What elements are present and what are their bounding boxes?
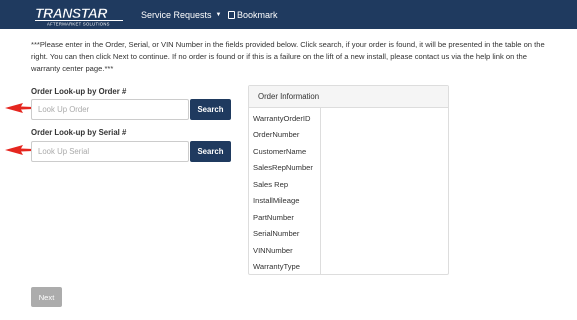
field-sales-rep-number: SalesRepNumber bbox=[253, 163, 313, 173]
service-requests-label: Service Requests bbox=[141, 9, 212, 20]
field-part-number: PartNumber bbox=[253, 212, 294, 222]
serial-number-input[interactable] bbox=[31, 141, 189, 162]
field-install-mileage: InstallMileage bbox=[253, 196, 300, 206]
field-sales-rep: Sales Rep bbox=[253, 179, 289, 189]
field-warranty-order-id: WarrantyOrderID bbox=[253, 113, 311, 123]
order-lookup-label: Order Look-up by Order # bbox=[31, 87, 127, 96]
field-warranty-type: WarrantyType bbox=[253, 262, 300, 272]
field-vin-number: VINNumber bbox=[253, 245, 293, 255]
bookmark-label: Bookmark bbox=[237, 9, 278, 20]
serial-lookup-label: Order Look-up by Serial # bbox=[31, 128, 127, 137]
order-field-labels: WarrantyOrderID OrderNumber CustomerName… bbox=[249, 108, 321, 274]
search-order-button[interactable]: Search bbox=[190, 99, 231, 120]
svg-text:TRANSTAR: TRANSTAR bbox=[35, 5, 108, 21]
caret-down-icon: ▼ bbox=[215, 11, 222, 18]
field-customer-name: CustomerName bbox=[253, 146, 307, 156]
bookmark-link[interactable]: Bookmark bbox=[228, 0, 278, 29]
field-order-number: OrderNumber bbox=[253, 130, 300, 140]
transtar-logo[interactable]: TRANSTAR AFTERMARKET SOLUTIONS bbox=[33, 4, 125, 26]
next-button[interactable]: Next bbox=[31, 287, 62, 307]
field-serial-number: SerialNumber bbox=[253, 229, 300, 239]
bookmark-icon bbox=[228, 10, 235, 19]
instructions-text: ***Please enter in the Order, Serial, or… bbox=[31, 40, 545, 73]
search-serial-button[interactable]: Search bbox=[190, 141, 231, 162]
top-navbar: TRANSTAR AFTERMARKET SOLUTIONS Service R… bbox=[0, 0, 577, 29]
order-information-table: WarrantyOrderID OrderNumber CustomerName… bbox=[249, 108, 448, 274]
order-information-panel: Order Information WarrantyOrderID OrderN… bbox=[248, 85, 449, 275]
order-information-heading: Order Information bbox=[249, 86, 448, 108]
order-number-input[interactable] bbox=[31, 99, 189, 120]
service-requests-menu[interactable]: Service Requests ▼ bbox=[141, 0, 222, 29]
svg-text:AFTERMARKET SOLUTIONS: AFTERMARKET SOLUTIONS bbox=[47, 22, 110, 27]
